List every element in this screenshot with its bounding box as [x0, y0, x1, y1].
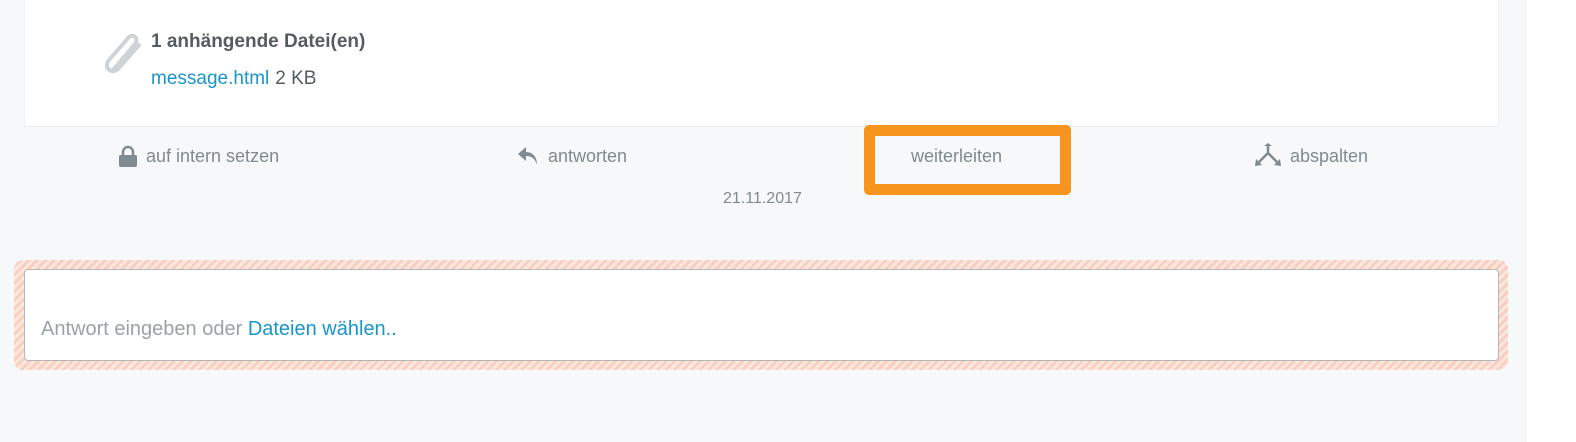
forward-label: weiterleiten: [911, 145, 1003, 166]
attachment-file-link[interactable]: message.html: [151, 68, 269, 89]
ticket-article-view: 1 anhängende Datei(en) message.html 2 KB …: [0, 0, 1576, 442]
choose-files-link[interactable]: Dateien wählen..: [248, 318, 397, 340]
article-card: 1 anhängende Datei(en) message.html 2 KB: [24, 0, 1499, 127]
reply-icon: [518, 147, 537, 165]
right-gutter: [1527, 0, 1576, 442]
reply-placeholder-text: Antwort eingeben oder: [41, 318, 248, 340]
reply-label: antworten: [548, 145, 628, 166]
reply-input[interactable]: Antwort eingeben oder Dateien wählen..: [24, 269, 1499, 361]
split-button[interactable]: abspalten: [1254, 143, 1368, 169]
paperclip-icon: [104, 33, 141, 74]
set-internal-button[interactable]: auf intern setzen: [118, 143, 279, 169]
reply-button[interactable]: antworten: [516, 143, 627, 169]
attachment-item: message.html 2 KB: [151, 68, 316, 90]
lock-icon: [119, 145, 137, 167]
attachment-file-size: 2 KB: [275, 68, 317, 89]
split-label: abspalten: [1290, 145, 1369, 166]
forward-button[interactable]: weiterleiten: [911, 143, 1002, 169]
split-icon: [1255, 143, 1281, 166]
set-internal-label: auf intern setzen: [146, 145, 280, 166]
ticket-content-area: 1 anhängende Datei(en) message.html 2 KB …: [0, 0, 1527, 442]
attachments-title: 1 anhängende Datei(en): [151, 31, 366, 52]
reply-placeholder: Antwort eingeben oder Dateien wählen..: [41, 318, 397, 341]
article-date: 21.11.2017: [723, 190, 802, 207]
